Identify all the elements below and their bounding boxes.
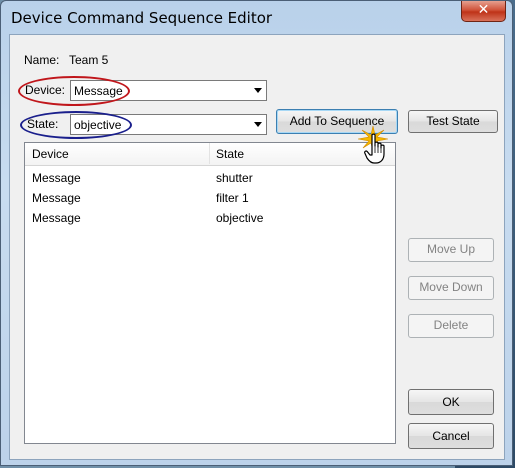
- close-icon: ✕: [477, 2, 490, 18]
- dialog-client-area: Name: Team 5 Device: Message State: obje…: [9, 34, 505, 460]
- cancel-button[interactable]: Cancel: [408, 423, 494, 449]
- row-device: Message: [32, 171, 81, 185]
- delete-button[interactable]: Delete: [408, 314, 494, 338]
- close-button[interactable]: ✕: [461, 1, 506, 22]
- table-row[interactable]: Message objective: [25, 208, 395, 228]
- name-value: Team 5: [69, 53, 109, 67]
- row-state: objective: [216, 211, 264, 225]
- row-state: filter 1: [216, 191, 249, 205]
- move-up-button[interactable]: Move Up: [408, 238, 494, 262]
- ok-button[interactable]: OK: [408, 389, 494, 415]
- table-header: Device State: [25, 143, 395, 166]
- window-title: Device Command Sequence Editor: [11, 9, 273, 27]
- name-label: Name:: [24, 53, 60, 67]
- row-device: Message: [32, 191, 81, 205]
- table-row[interactable]: Message shutter: [25, 168, 395, 188]
- test-state-button[interactable]: Test State: [408, 110, 498, 133]
- dropdown-arrow-icon: [254, 122, 262, 127]
- column-header-state[interactable]: State: [216, 147, 244, 161]
- dropdown-arrow-icon: [254, 88, 262, 93]
- sequence-table[interactable]: Device State Message shutter Message fil…: [24, 142, 396, 444]
- row-device: Message: [32, 211, 81, 225]
- table-row[interactable]: Message filter 1: [25, 188, 395, 208]
- state-highlight-oval: [20, 111, 132, 139]
- hand-cursor-icon: [364, 133, 385, 164]
- row-state: shutter: [216, 171, 253, 185]
- dialog-window: Device Command Sequence Editor ✕ Name: T…: [0, 0, 513, 466]
- move-down-button[interactable]: Move Down: [408, 276, 494, 300]
- title-bar[interactable]: Device Command Sequence Editor ✕: [1, 1, 512, 33]
- column-header-device[interactable]: Device: [32, 147, 69, 161]
- device-highlight-oval: [18, 76, 130, 106]
- column-divider[interactable]: [209, 143, 210, 164]
